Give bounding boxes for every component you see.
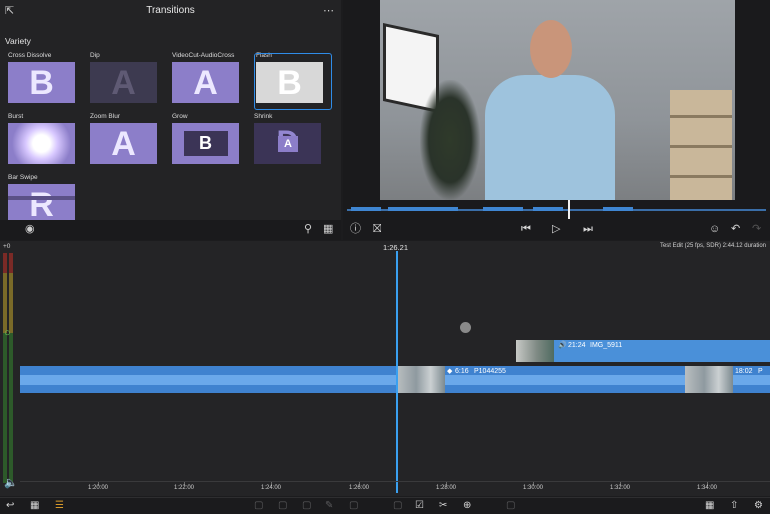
crop-icon[interactable]: ▢: [349, 500, 358, 512]
audio-waveform: [20, 375, 770, 385]
transition-thumbnail: A: [90, 62, 157, 103]
ruler-label: 1:28:00: [435, 485, 457, 491]
thumbnail-glyph: B: [199, 133, 212, 153]
ruler-label: 1:30:00: [522, 485, 544, 491]
pencil-icon[interactable]: ✎: [325, 500, 333, 512]
more-circle-icon[interactable]: ⋯: [323, 5, 334, 17]
section-label: Variety: [5, 36, 31, 46]
audio-meter: [3, 253, 15, 483]
thumbnail-inner-glyph: A: [278, 136, 298, 152]
connected-clip[interactable]: 🔊 21:24 IMG_5911: [516, 340, 770, 362]
transition-label: Shrink: [254, 113, 273, 120]
undo-icon[interactable]: ↶: [731, 223, 740, 235]
clip-thumbnail: [397, 366, 445, 393]
ruler-label: 1:20:00: [87, 485, 109, 491]
project-info: Test Edit (25 fps, SDR) 2:44.12 duration: [659, 243, 766, 249]
transition-thumbnail: A: [172, 62, 239, 103]
thumbnail-glyph: A: [193, 64, 218, 102]
speed-icon[interactable]: ▢: [302, 500, 311, 512]
ruler-label: 1:22:00: [173, 485, 195, 491]
radio-icon[interactable]: ◉: [25, 223, 35, 235]
back-icon[interactable]: ↩: [6, 500, 14, 512]
skip-forward-icon[interactable]: ⏭: [583, 223, 593, 235]
add-icon[interactable]: ⊕: [463, 500, 471, 512]
plant: [420, 80, 480, 200]
thumbnail-glyph: B: [29, 64, 54, 102]
checkbox-icon[interactable]: ☑: [415, 500, 424, 512]
transition-thumbnail: [8, 123, 75, 164]
transport-controls: ⓘ ⛝ ⏮ ▷ ⏭ ☺ ↶ ↷: [343, 220, 770, 240]
transition-label: Bar Swipe: [8, 174, 38, 181]
timeline-playhead[interactable]: [396, 251, 398, 493]
ruler-label: 1:26:00: [348, 485, 370, 491]
speaker-icon: 🔊: [558, 342, 567, 349]
speaker-icon: ◆: [447, 368, 453, 375]
record-dot: [460, 322, 471, 333]
video-frame[interactable]: [380, 0, 735, 200]
clip-thumbnail: [516, 340, 554, 362]
audio-lanes-icon[interactable]: ☰: [55, 500, 64, 512]
primary-storyline[interactable]: ◆ 6:16 P1044255 18:02 P: [20, 366, 770, 393]
clip-name: P: [758, 368, 763, 375]
clip-thumbnail: [685, 366, 733, 393]
person-body: [485, 75, 615, 200]
search-icon[interactable]: ⚲: [304, 223, 312, 235]
ruler-label: 1:32:00: [609, 485, 631, 491]
thumbnail-glyph: A: [111, 64, 136, 102]
redo-icon[interactable]: ↷: [752, 223, 761, 235]
inspector-icon[interactable]: ▦: [30, 500, 39, 512]
info-icon[interactable]: ⓘ: [350, 223, 361, 235]
clip-duration: 21:24: [568, 342, 586, 349]
transition-thumbnail: B: [8, 62, 75, 103]
transition-thumbnail: A: [90, 123, 157, 164]
play-icon[interactable]: ▷: [552, 223, 560, 235]
transition-label: Grow: [172, 113, 188, 120]
skip-back-icon[interactable]: ⏮: [521, 223, 531, 235]
transition-label: Dip: [90, 52, 100, 59]
bottom-toolbar: ↩ ▦ ☰ ▢ ▢ ▢ ✎ ▢ ▢ ☑ ✂ ⊕ ▢ ▦ ⇧ ⚙: [0, 497, 770, 514]
transitions-browser: ⇱ Transitions ⋯ Variety Cross Dissolve B…: [0, 0, 341, 240]
transition-label: VideoCut-AudioCross: [172, 52, 235, 59]
viewer-scrubber[interactable]: [343, 200, 770, 220]
thumbnail-glyph: A: [111, 125, 136, 163]
ruler-label: 1:34:00: [696, 485, 718, 491]
scissors-icon[interactable]: ✂: [439, 500, 447, 512]
selection-highlight: [254, 53, 332, 110]
transition-thumbnail: DA: [254, 123, 321, 164]
clip-duration: 6:16: [455, 368, 469, 375]
share-icon[interactable]: ⇧: [730, 500, 738, 512]
timeline[interactable]: +0 ○ 🔈 1:26.21 Test Edit (25 fps, SDR) 2…: [0, 241, 770, 496]
transition-label: Burst: [8, 113, 24, 120]
transition-label: Cross Dissolve: [8, 52, 52, 59]
mark-icon[interactable]: ⛝: [373, 223, 381, 235]
detach-icon[interactable]: ▢: [278, 500, 287, 512]
clip-name: IMG_5911: [590, 342, 623, 349]
shelf: [670, 90, 732, 200]
layers-icon[interactable]: ▢: [393, 500, 402, 512]
split-icon[interactable]: ▢: [254, 500, 263, 512]
trash-icon[interactable]: ▢: [506, 500, 515, 512]
browser-footer: ◉ ⚲ ▦: [0, 220, 341, 240]
volume-icon[interactable]: 🔈: [4, 477, 18, 489]
grid-view-icon[interactable]: ▦: [705, 500, 714, 512]
browser-title: Transitions: [146, 5, 195, 16]
transition-thumbnail: B: [172, 123, 239, 164]
scrubber-playhead[interactable]: [568, 200, 570, 219]
filter-grid-icon[interactable]: ▦: [323, 223, 333, 235]
person-head: [530, 20, 572, 78]
viewer: ⓘ ⛝ ⏮ ▷ ⏭ ☺ ↶ ↷: [343, 0, 770, 240]
transition-label: Zoom Blur: [90, 113, 120, 120]
meter-label: +0: [3, 243, 11, 250]
share-person-icon[interactable]: ☺: [709, 223, 720, 235]
clip-name: P1044255: [474, 368, 506, 375]
audio-meter-knob-icon[interactable]: ○: [4, 327, 11, 339]
thumbnail-glyph: R: [29, 186, 54, 220]
time-ruler[interactable]: 1:20:00 1:22:00 1:24:00 1:26:00 1:28:00 …: [20, 481, 770, 495]
clip-duration: 18:02: [735, 368, 753, 375]
ruler-label: 1:24:00: [260, 485, 282, 491]
transition-thumbnail: R: [8, 184, 75, 220]
settings-icon[interactable]: ⚙: [754, 500, 763, 512]
